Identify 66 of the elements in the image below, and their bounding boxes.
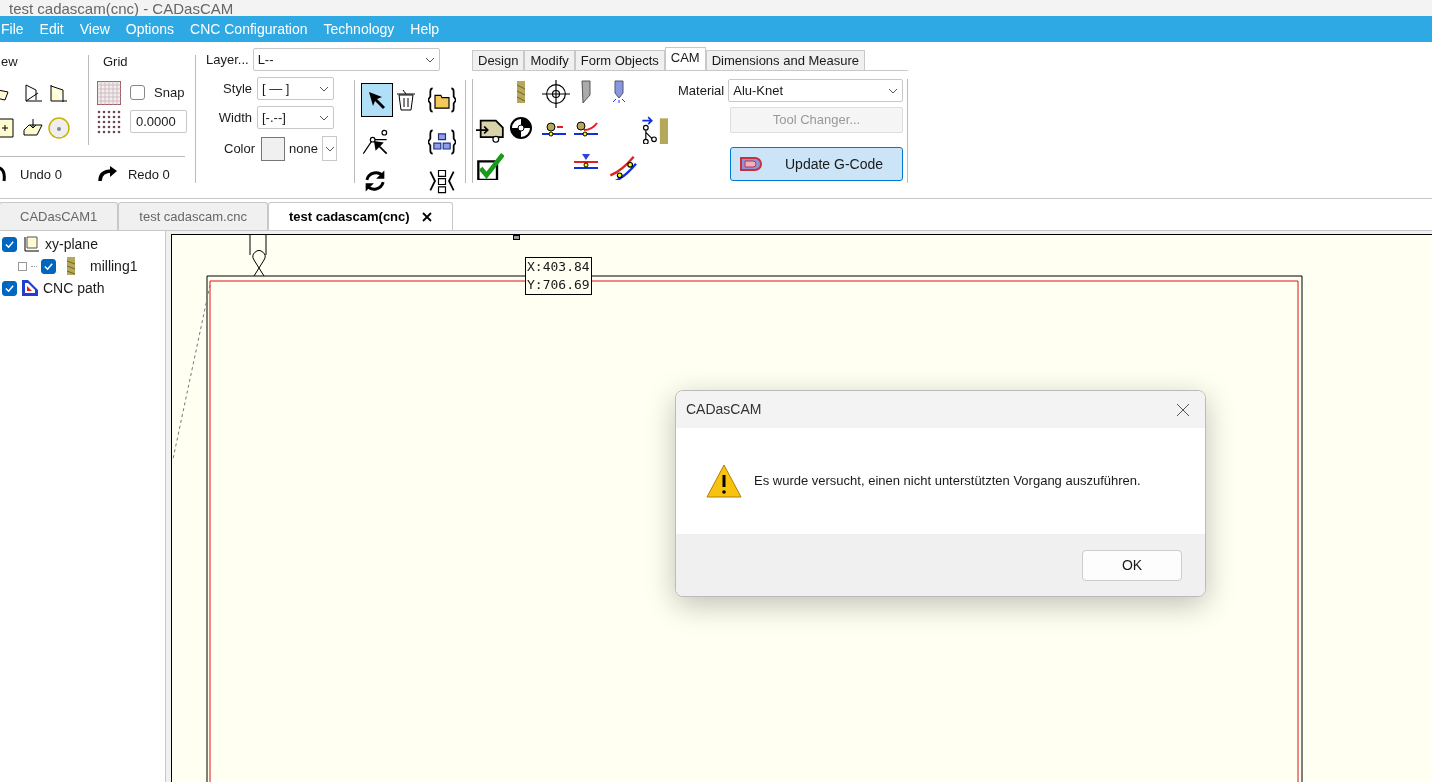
document-tab[interactable]: test cadascam.cnc [118, 202, 268, 230]
ribbon-tab[interactable]: Design [472, 50, 525, 70]
select-tool-button[interactable] [361, 82, 393, 117]
end-mill-icon [64, 256, 78, 276]
close-icon[interactable] [421, 211, 432, 222]
style-dropdown[interactable]: [ — ] [257, 77, 334, 100]
checkmark-icon [4, 282, 15, 294]
checkbox[interactable] [2, 236, 17, 252]
snap-checkbox[interactable] [130, 85, 145, 100]
dialog-message: Es wurde versucht, einen nicht unterstützten Vorgang auszuführen. [754, 472, 1141, 491]
coordinate-tooltip: X:403.84 Y:706.69 [525, 257, 592, 295]
tree-item[interactable]: milling1 [90, 255, 138, 277]
width-dropdown[interactable]: [-.--] [257, 106, 334, 129]
close-icon[interactable] [1176, 402, 1190, 417]
redo-icon[interactable] [95, 165, 118, 184]
document-tab[interactable]: test cadascam(cnc) [267, 202, 453, 230]
grid-size-field[interactable]: 0.0000 [130, 110, 187, 133]
section-label: ew [1, 53, 18, 71]
document-tab[interactable]: CADasCAM1 [0, 202, 119, 230]
plane-icon [21, 235, 41, 253]
chevron-icon [888, 87, 899, 94]
checkmark-icon [4, 238, 15, 250]
layer-dropdown[interactable]: L-- [252, 48, 440, 71]
origin-marker [513, 235, 520, 240]
color-dropdown[interactable] [322, 136, 337, 161]
end-mill-drawing [249, 235, 267, 277]
chevron-icon [424, 56, 435, 63]
field-label: Width [218, 108, 252, 127]
redo-button[interactable]: Redo 0 [127, 164, 170, 184]
material-dropdown[interactable]: Alu-Knet [728, 79, 904, 102]
color-value: none [289, 139, 318, 158]
tool-path-icon[interactable] [640, 116, 669, 144]
node-select-icon[interactable] [361, 127, 389, 156]
checkbox[interactable] [2, 280, 17, 296]
update-gcode-button[interactable]: Update G-Code [730, 147, 903, 181]
ribbon-tab[interactable]: Dimensions and Measure [705, 50, 866, 70]
folder-icon[interactable] [427, 85, 456, 114]
chevron-icon [324, 145, 335, 152]
target-icon[interactable] [508, 116, 533, 140]
section-label: Grid [103, 53, 129, 71]
tree-item[interactable]: xy-plane [45, 233, 98, 255]
undo-button[interactable]: Undo 0 [20, 164, 62, 184]
ribbon-tab[interactable]: Modify [524, 50, 575, 70]
checkbox[interactable] [41, 258, 56, 274]
checkbox-label: Snap [154, 83, 185, 102]
tree-item[interactable]: CNC path [43, 277, 105, 299]
field-label: Style [223, 79, 252, 98]
cnc-path-icon [21, 279, 39, 297]
crosshair-icon[interactable] [541, 80, 570, 108]
checkmark-icon [43, 260, 54, 272]
chevron-icon [319, 114, 329, 121]
grid-icon[interactable] [97, 80, 121, 105]
field-label: Layer... [206, 50, 249, 69]
warning-icon [706, 464, 742, 498]
field-label: Color [224, 139, 256, 158]
dots-icon[interactable] [97, 109, 121, 134]
expander-icon[interactable] [18, 261, 27, 271]
dialog-title: CADasCAM [686, 400, 762, 419]
color-swatch[interactable] [261, 136, 286, 161]
chevron-icon [319, 85, 329, 92]
field-label: Material [678, 81, 725, 100]
ribbon-tab[interactable]: Form Objects [574, 50, 665, 70]
checkmark-icon[interactable] [476, 152, 504, 180]
ribbon-tab[interactable]: CAM [664, 47, 706, 70]
ok-button[interactable]: OK [1082, 549, 1182, 581]
group-icon[interactable] [427, 127, 456, 156]
